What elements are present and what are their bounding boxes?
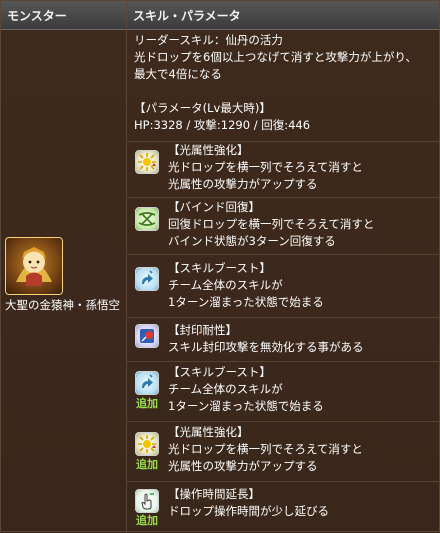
bind-recovery-icon-glyph [138, 212, 156, 226]
awakening-6-line-1: 光ドロップを横一列でそろえて消すと [168, 442, 363, 456]
light-enhance-icon [135, 432, 159, 456]
row-separator [127, 197, 440, 198]
table-header: モンスター スキル・パラメータ [1, 1, 439, 30]
skill-boost-icon-glyph [142, 374, 153, 388]
awakening-2-line-2: バインド状態が3ターン回復する [168, 234, 336, 248]
awakening-7-title: 【操作時間延長】 [168, 487, 260, 501]
awakening-1-line-2: 光属性の攻撃力がアップする [168, 177, 318, 191]
header-skill-parameter: スキル・パラメータ [133, 9, 241, 23]
column-divider [126, 1, 127, 533]
row-separator [127, 421, 440, 422]
awakening-2-line-1: 回復ドロップを横一列でそろえて消すと [168, 217, 375, 231]
light-enhance-icon-glyph [138, 435, 156, 453]
awakening-4-line-1: スキル封印攻撃を無効化する事がある [168, 340, 364, 354]
leader-skill-line-1: リーダースキル：仙丹の活力 [134, 33, 283, 47]
row-separator [127, 254, 440, 255]
row-separator [127, 317, 440, 318]
light-enhance-icon-glyph [138, 153, 156, 171]
light-enhance-icon [135, 150, 159, 174]
awakening-2-title: 【バインド回復】 [168, 200, 260, 214]
parameter-stats: HP:3328 / 攻撃:1290 / 回復:446 [134, 118, 311, 132]
awakening-5-title: 【スキルブースト】 [168, 365, 271, 379]
seal-resistance-icon [135, 324, 159, 348]
awakening-6-line-2: 光属性の攻撃力がアップする [168, 459, 318, 473]
awakening-1-title: 【光属性強化】 [168, 143, 249, 157]
header-monster: モンスター [7, 9, 67, 23]
bind-recovery-icon [135, 207, 159, 231]
awakening-5-line-1: チーム全体のスキルが [168, 382, 283, 396]
skill-boost-icon-glyph [142, 270, 153, 284]
added-badge: 追加 [136, 397, 158, 410]
skill-boost-icon [135, 267, 159, 291]
awakening-3-line-1: チーム全体のスキルが [168, 278, 283, 292]
time-extend-icon-glyph [141, 493, 154, 510]
awakening-3-title: 【スキルブースト】 [168, 261, 271, 275]
seal-resistance-icon-glyph [140, 329, 154, 343]
time-extend-icon [135, 489, 159, 513]
awakening-6-title: 【光属性強化】 [168, 425, 249, 439]
monster-portrait[interactable] [5, 237, 63, 295]
added-badge: 追加 [136, 514, 158, 527]
leader-skill-line-2: 光ドロップを6個以上つなげて消すと攻撃力が上がり、 [134, 50, 417, 64]
awakening-4-title: 【封印耐性】 [168, 323, 237, 337]
skill-boost-icon [135, 371, 159, 395]
monster-skill-table: モンスター スキル・パラメータ 大聖の金猿神・孫悟空 リーダースキル：仙丹の活力… [0, 0, 440, 533]
parameter-title: 【パラメータ(Lv最大時)】 [134, 101, 271, 115]
leader-skill-line-3: 最大で4倍になる [134, 67, 222, 81]
added-badge: 追加 [136, 458, 158, 471]
row-separator [127, 481, 440, 482]
awakening-3-line-2: 1ターン溜まった状態で始まる [168, 295, 324, 309]
awakening-7-line-1: ドロップ操作時間が少し延びる [168, 504, 329, 518]
monster-portrait-art [16, 247, 52, 286]
awakening-5-line-2: 1ターン溜まった状態で始まる [168, 399, 324, 413]
awakening-1-line-1: 光ドロップを横一列でそろえて消すと [168, 160, 363, 174]
monster-name: 大聖の金猿神・孫悟空 [5, 298, 120, 312]
row-separator [127, 361, 440, 362]
